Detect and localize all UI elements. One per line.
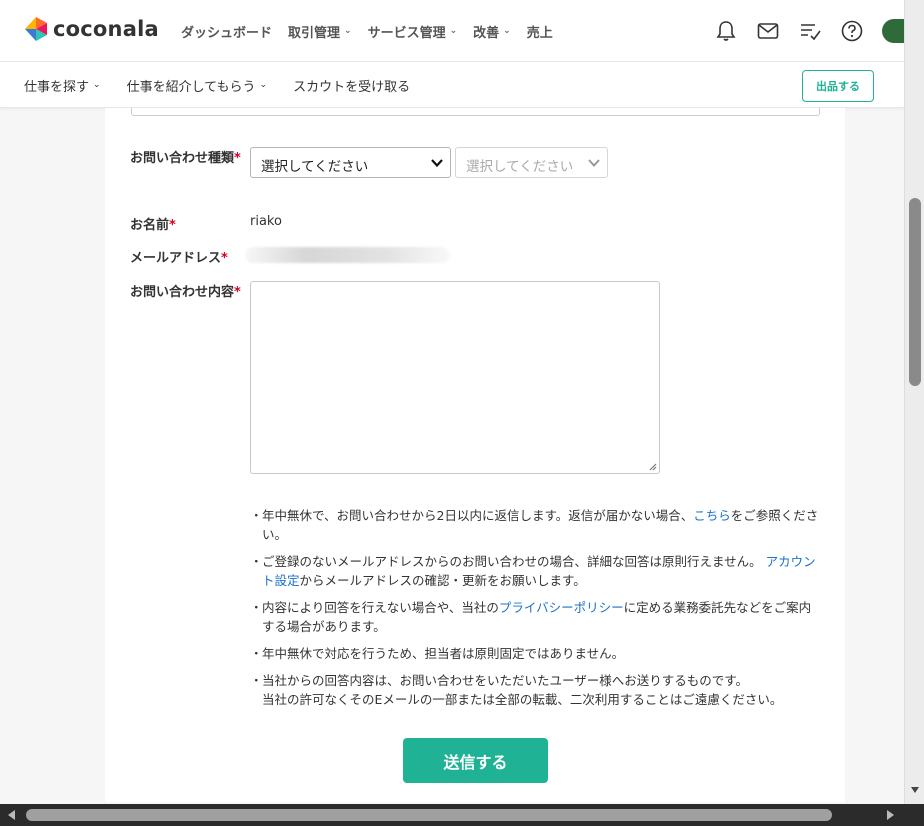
required-mark: * [221,251,228,266]
chevron-down-icon [431,159,443,168]
nav-sales-label: 売上 [526,25,553,41]
subnav-introduce-job-label: 仕事を紹介してもらう [126,79,256,95]
chevron-down-icon: ⌄ [449,26,458,36]
sub-nav: 仕事を探す ⌄ 仕事を紹介してもらう ⌄ スカウトを受け取る [24,62,436,108]
chevron-down-icon: ⌄ [503,26,511,36]
note-1-text: 年中無休で、お問い合わせから2日以内に返信します。返信が届かない場合、 [262,508,694,523]
note-2-text-end: からメールアドレスの確認・更新をお願いします。 [299,573,586,588]
nav-dashboard[interactable]: ダッシュボード [181,22,272,41]
messages-button[interactable] [756,19,780,43]
nav-dashboard-label: ダッシュボード [181,25,273,41]
chevron-down-icon [588,159,600,167]
name-value: riako [250,214,282,229]
top-header: coconala ダッシュボード 取引管理 ⌄ サービス管理 ⌄ 改善 ⌄ 売上 [0,0,904,62]
note-item: ・ 内容により回答を行えない場合や、当社のプライバシーポリシーに定める業務委託先… [250,598,822,636]
note-text: 当社からの回答内容は、お問い合わせをいただいたユーザー様へお送りするものです。当… [262,671,822,709]
note-5-line-2: 当社の許可なくそのEメールの一部または全部の転載、二次利用することはご遠慮くださ… [262,692,783,707]
main-nav: ダッシュボード 取引管理 ⌄ サービス管理 ⌄ 改善 ⌄ 売上 [181,0,569,62]
subnav-introduce-job[interactable]: 仕事を紹介してもらう ⌄ [127,76,268,95]
previous-section-box [131,108,820,116]
scroll-down-arrow-icon[interactable] [910,785,920,795]
required-mark: * [234,285,241,300]
note-4-text: 年中無休で対応を行うため、担当者は原則固定ではありません。 [262,646,625,661]
content-label: お問い合わせ内容* [130,281,241,300]
required-mark: * [169,218,176,233]
chevron-down-icon: ⌄ [344,26,352,36]
note-bullet: ・ [250,554,263,569]
reply-help-link[interactable]: こちら [693,508,731,523]
coconala-logo-icon [25,17,47,41]
bell-icon [716,21,736,41]
email-label-text: メールアドレス [130,251,222,266]
category-select-primary-value: 選択してください [261,159,369,175]
help-icon [841,20,863,42]
subnav-scout[interactable]: スカウトを受け取る [293,76,410,95]
note-5-line-1: 当社からの回答内容は、お問い合わせをいただいたユーザー様へお送りするものです。 [262,673,749,688]
subnav-find-job-label: 仕事を探す [24,79,90,95]
horizontal-scrollbar[interactable] [0,804,924,826]
category-select-primary[interactable]: 選択してください [250,147,451,178]
nav-sales[interactable]: 売上 [527,22,553,41]
note-text: 年中無休で、お問い合わせから2日以内に返信します。返信が届かない場合、こちらをご… [262,506,822,544]
email-label: メールアドレス* [130,247,228,266]
vertical-scroll-thumb[interactable] [909,198,921,386]
notifications-button[interactable] [714,19,738,43]
note-text: ご登録のないメールアドレスからのお問い合わせの場合、詳細な回答は原則行えません。… [262,552,822,590]
note-item: ・ 年中無休で対応を行うため、担当者は原則固定ではありません。 [250,644,822,663]
category-select-secondary[interactable]: 選択してください [455,147,608,178]
note-item: ・ 年中無休で、お問い合わせから2日以内に返信します。返信が届かない場合、こちら… [250,506,822,544]
nav-services-label: サービス管理 [367,25,446,41]
subnav-scout-label: スカウトを受け取る [293,79,411,95]
inquiry-content-textarea[interactable] [250,281,660,474]
category-label-text: お問い合わせ種類 [130,151,235,166]
name-label: お名前* [130,214,176,233]
scroll-left-arrow-icon[interactable] [6,809,18,821]
chevron-down-icon: ⌄ [93,80,101,90]
help-button[interactable] [840,19,864,43]
tasklist-icon [801,24,821,41]
nav-improve-label: 改善 [473,25,500,41]
name-label-text: お名前 [130,218,170,233]
note-bullet: ・ [250,646,263,661]
horizontal-scroll-thumb[interactable] [26,809,832,821]
sub-header: 仕事を探す ⌄ 仕事を紹介してもらう ⌄ スカウトを受け取る 出品する [0,62,904,108]
vertical-scrollbar[interactable] [904,0,924,804]
chevron-down-icon: ⌄ [259,80,268,90]
header-icons [696,0,904,62]
nav-improve[interactable]: 改善 ⌄ [473,22,511,41]
note-bullet: ・ [250,673,263,688]
note-text: 内容により回答を行えない場合や、当社のプライバシーポリシーに定める業務委託先など… [262,598,822,636]
note-item: ・ ご登録のないメールアドレスからのお問い合わせの場合、詳細な回答は原則行えませ… [250,552,822,590]
nav-transactions-label: 取引管理 [288,25,341,41]
post-service-button[interactable]: 出品する [802,70,874,102]
subnav-find-job[interactable]: 仕事を探す ⌄ [24,76,101,95]
submit-button[interactable]: 送信する [403,738,548,783]
required-mark: * [234,151,241,166]
note-item: ・ 当社からの回答内容は、お問い合わせをいただいたユーザー様へお送りするものです… [250,671,822,709]
resize-grip-icon[interactable] [647,461,657,471]
note-3-text: 内容により回答を行えない場合や、当社の [262,600,499,615]
category-label: お問い合わせ種類* [130,147,241,166]
tasks-button[interactable] [798,19,822,43]
email-value-redacted [245,247,450,263]
nav-services[interactable]: サービス管理 ⌄ [368,22,458,41]
category-select-secondary-value: 選択してください [466,159,574,175]
note-bullet: ・ [250,508,263,523]
note-bullet: ・ [250,600,263,615]
contact-form-card: お問い合わせ種類* 選択してください 選択してください お名前* riako メ… [105,108,845,802]
nav-transactions[interactable]: 取引管理 ⌄ [288,22,352,41]
content-label-text: お問い合わせ内容 [130,285,235,300]
privacy-policy-link[interactable]: プライバシーポリシー [499,600,624,615]
mail-icon [757,23,779,39]
avatar[interactable] [882,19,904,43]
notes-list: ・ 年中無休で、お問い合わせから2日以内に返信します。返信が届かない場合、こちら… [250,506,822,717]
brand-name: coconala [53,17,159,41]
scroll-right-arrow-icon[interactable] [884,809,896,821]
brand-logo[interactable]: coconala [24,16,159,42]
note-2-text: ご登録のないメールアドレスからのお問い合わせの場合、詳細な回答は原則行えません。 [262,554,762,569]
